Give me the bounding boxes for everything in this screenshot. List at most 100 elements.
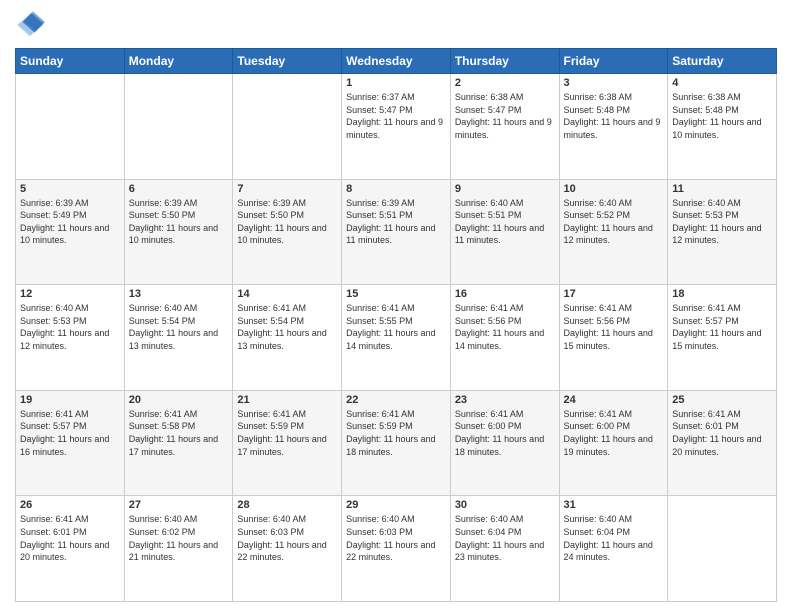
day-number: 29 xyxy=(346,499,446,511)
day-info: Sunrise: 6:41 AM Sunset: 5:59 PM Dayligh… xyxy=(237,408,337,458)
calendar-cell: 27 Sunrise: 6:40 AM Sunset: 6:02 PM Dayli… xyxy=(124,496,233,602)
day-number: 25 xyxy=(672,394,772,406)
calendar-week-row: 26 Sunrise: 6:41 AM Sunset: 6:01 PM Dayli… xyxy=(16,496,777,602)
day-info: Sunrise: 6:41 AM Sunset: 5:57 PM Dayligh… xyxy=(20,408,120,458)
calendar-cell: 3 Sunrise: 6:38 AM Sunset: 5:48 PM Daylig… xyxy=(559,74,668,180)
day-number: 1 xyxy=(346,77,446,89)
calendar-cell xyxy=(668,496,777,602)
calendar-cell: 18 Sunrise: 6:41 AM Sunset: 5:57 PM Dayli… xyxy=(668,285,777,391)
day-number: 2 xyxy=(455,77,555,89)
day-info: Sunrise: 6:38 AM Sunset: 5:47 PM Dayligh… xyxy=(455,91,555,141)
day-info: Sunrise: 6:39 AM Sunset: 5:51 PM Dayligh… xyxy=(346,197,446,247)
day-info: Sunrise: 6:41 AM Sunset: 5:56 PM Dayligh… xyxy=(564,302,664,352)
day-number: 28 xyxy=(237,499,337,511)
calendar-cell: 21 Sunrise: 6:41 AM Sunset: 5:59 PM Dayli… xyxy=(233,390,342,496)
logo-icon xyxy=(15,10,45,40)
calendar-cell: 29 Sunrise: 6:40 AM Sunset: 6:03 PM Dayli… xyxy=(342,496,451,602)
day-info: Sunrise: 6:40 AM Sunset: 5:54 PM Dayligh… xyxy=(129,302,229,352)
day-number: 8 xyxy=(346,183,446,195)
day-info: Sunrise: 6:40 AM Sunset: 5:52 PM Dayligh… xyxy=(564,197,664,247)
day-number: 21 xyxy=(237,394,337,406)
day-info: Sunrise: 6:39 AM Sunset: 5:50 PM Dayligh… xyxy=(237,197,337,247)
calendar-week-row: 19 Sunrise: 6:41 AM Sunset: 5:57 PM Dayli… xyxy=(16,390,777,496)
day-number: 15 xyxy=(346,288,446,300)
calendar-cell: 13Sunrise: 6:40 AM Sunset: 5:54 PM Dayli… xyxy=(124,285,233,391)
calendar-cell: 25Sunrise: 6:41 AM Sunset: 6:01 PM Dayli… xyxy=(668,390,777,496)
calendar-cell: 23Sunrise: 6:41 AM Sunset: 6:00 PM Dayli… xyxy=(450,390,559,496)
calendar-table: SundayMondayTuesdayWednesdayThursdayFrid… xyxy=(15,48,777,602)
day-number: 12 xyxy=(20,288,120,300)
header xyxy=(15,10,777,40)
day-info: Sunrise: 6:38 AM Sunset: 5:48 PM Dayligh… xyxy=(672,91,772,141)
day-info: Sunrise: 6:40 AM Sunset: 6:03 PM Dayligh… xyxy=(237,513,337,563)
calendar-cell xyxy=(233,74,342,180)
day-number: 24 xyxy=(564,394,664,406)
calendar-cell: 1Sunrise: 6:37 AM Sunset: 5:47 PM Daylig… xyxy=(342,74,451,180)
day-number: 5 xyxy=(20,183,120,195)
day-info: Sunrise: 6:41 AM Sunset: 5:58 PM Dayligh… xyxy=(129,408,229,458)
day-number: 18 xyxy=(672,288,772,300)
day-number: 4 xyxy=(672,77,772,89)
day-number: 16 xyxy=(455,288,555,300)
day-info: Sunrise: 6:40 AM Sunset: 6:04 PM Dayligh… xyxy=(564,513,664,563)
day-number: 6 xyxy=(129,183,229,195)
calendar-cell: 12 Sunrise: 6:40 AM Sunset: 5:53 PM Dayli… xyxy=(16,285,125,391)
day-number: 11 xyxy=(672,183,772,195)
calendar-cell: 26 Sunrise: 6:41 AM Sunset: 6:01 PM Dayli… xyxy=(16,496,125,602)
day-number: 10 xyxy=(564,183,664,195)
calendar-cell: 22Sunrise: 6:41 AM Sunset: 5:59 PM Dayli… xyxy=(342,390,451,496)
day-number: 3 xyxy=(564,77,664,89)
day-info: Sunrise: 6:41 AM Sunset: 5:57 PM Dayligh… xyxy=(672,302,772,352)
day-number: 19 xyxy=(20,394,120,406)
calendar-cell: 28 Sunrise: 6:40 AM Sunset: 6:03 PM Dayli… xyxy=(233,496,342,602)
calendar-cell: 31 Sunrise: 6:40 AM Sunset: 6:04 PM Dayli… xyxy=(559,496,668,602)
weekday-header-saturday: Saturday xyxy=(668,49,777,74)
calendar-header-row: SundayMondayTuesdayWednesdayThursdayFrid… xyxy=(16,49,777,74)
calendar-week-row: 1Sunrise: 6:37 AM Sunset: 5:47 PM Daylig… xyxy=(16,74,777,180)
calendar-cell: 11 Sunrise: 6:40 AM Sunset: 5:53 PM Dayli… xyxy=(668,179,777,285)
calendar-cell xyxy=(124,74,233,180)
calendar-cell: 30 Sunrise: 6:40 AM Sunset: 6:04 PM Dayli… xyxy=(450,496,559,602)
day-info: Sunrise: 6:40 AM Sunset: 5:53 PM Dayligh… xyxy=(20,302,120,352)
day-info: Sunrise: 6:40 AM Sunset: 5:53 PM Dayligh… xyxy=(672,197,772,247)
day-number: 30 xyxy=(455,499,555,511)
day-info: Sunrise: 6:39 AM Sunset: 5:50 PM Dayligh… xyxy=(129,197,229,247)
weekday-header-wednesday: Wednesday xyxy=(342,49,451,74)
calendar-cell: 16Sunrise: 6:41 AM Sunset: 5:56 PM Dayli… xyxy=(450,285,559,391)
day-number: 31 xyxy=(564,499,664,511)
calendar-week-row: 5Sunrise: 6:39 AM Sunset: 5:49 PM Daylig… xyxy=(16,179,777,285)
day-info: Sunrise: 6:40 AM Sunset: 6:02 PM Dayligh… xyxy=(129,513,229,563)
calendar-cell: 9Sunrise: 6:40 AM Sunset: 5:51 PM Daylig… xyxy=(450,179,559,285)
calendar-cell: 2 Sunrise: 6:38 AM Sunset: 5:47 PM Daylig… xyxy=(450,74,559,180)
day-number: 27 xyxy=(129,499,229,511)
calendar-week-row: 12 Sunrise: 6:40 AM Sunset: 5:53 PM Dayli… xyxy=(16,285,777,391)
day-number: 20 xyxy=(129,394,229,406)
weekday-header-sunday: Sunday xyxy=(16,49,125,74)
day-number: 23 xyxy=(455,394,555,406)
calendar-cell: 7 Sunrise: 6:39 AM Sunset: 5:50 PM Daylig… xyxy=(233,179,342,285)
day-info: Sunrise: 6:41 AM Sunset: 6:01 PM Dayligh… xyxy=(20,513,120,563)
day-number: 14 xyxy=(237,288,337,300)
day-info: Sunrise: 6:38 AM Sunset: 5:48 PM Dayligh… xyxy=(564,91,664,141)
calendar-cell xyxy=(16,74,125,180)
weekday-header-tuesday: Tuesday xyxy=(233,49,342,74)
calendar-cell: 4 Sunrise: 6:38 AM Sunset: 5:48 PM Daylig… xyxy=(668,74,777,180)
day-info: Sunrise: 6:41 AM Sunset: 5:55 PM Dayligh… xyxy=(346,302,446,352)
calendar-cell: 10 Sunrise: 6:40 AM Sunset: 5:52 PM Dayli… xyxy=(559,179,668,285)
calendar-cell: 8 Sunrise: 6:39 AM Sunset: 5:51 PM Daylig… xyxy=(342,179,451,285)
day-info: Sunrise: 6:41 AM Sunset: 6:00 PM Dayligh… xyxy=(564,408,664,458)
day-info: Sunrise: 6:40 AM Sunset: 6:04 PM Dayligh… xyxy=(455,513,555,563)
weekday-header-friday: Friday xyxy=(559,49,668,74)
day-number: 7 xyxy=(237,183,337,195)
day-info: Sunrise: 6:40 AM Sunset: 5:51 PM Dayligh… xyxy=(455,197,555,247)
calendar-cell: 6 Sunrise: 6:39 AM Sunset: 5:50 PM Daylig… xyxy=(124,179,233,285)
day-number: 26 xyxy=(20,499,120,511)
calendar-cell: 20 Sunrise: 6:41 AM Sunset: 5:58 PM Dayli… xyxy=(124,390,233,496)
day-info: Sunrise: 6:40 AM Sunset: 6:03 PM Dayligh… xyxy=(346,513,446,563)
weekday-header-thursday: Thursday xyxy=(450,49,559,74)
page: SundayMondayTuesdayWednesdayThursdayFrid… xyxy=(0,0,792,612)
weekday-header-monday: Monday xyxy=(124,49,233,74)
calendar-cell: 19 Sunrise: 6:41 AM Sunset: 5:57 PM Dayli… xyxy=(16,390,125,496)
calendar-cell: 5Sunrise: 6:39 AM Sunset: 5:49 PM Daylig… xyxy=(16,179,125,285)
calendar-cell: 14Sunrise: 6:41 AM Sunset: 5:54 PM Dayli… xyxy=(233,285,342,391)
